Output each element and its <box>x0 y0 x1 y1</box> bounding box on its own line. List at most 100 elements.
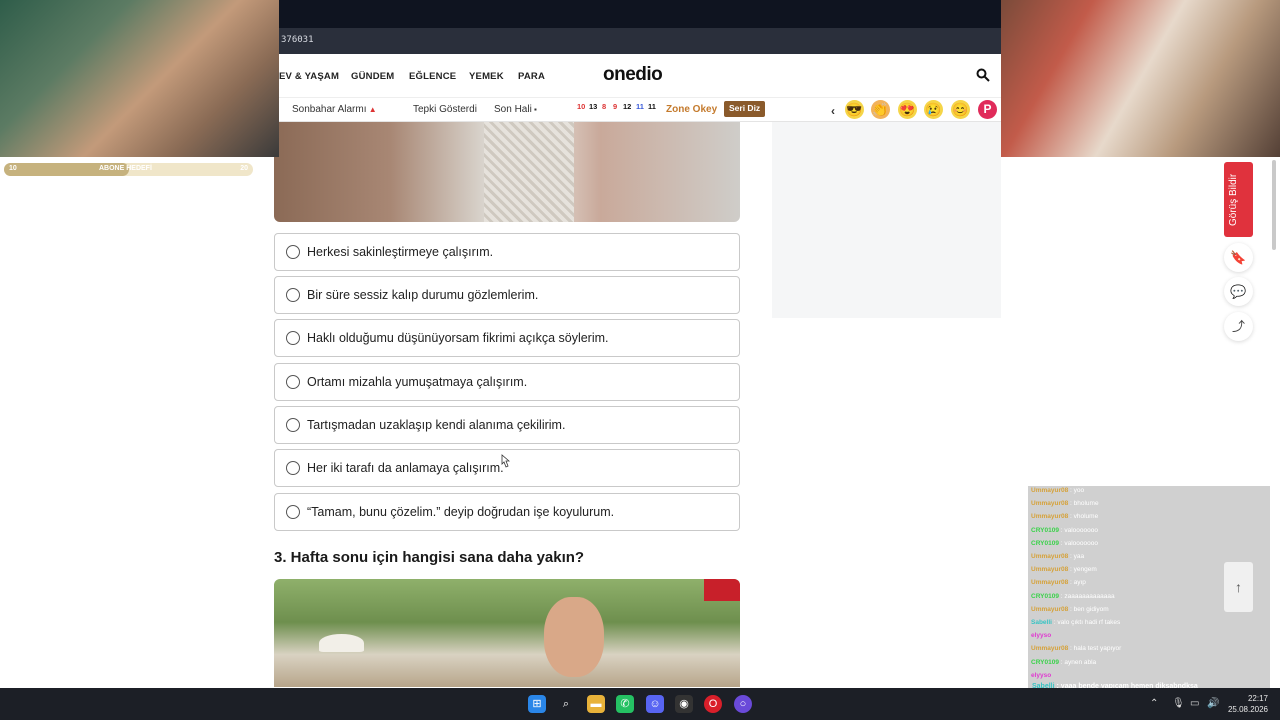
number-tile[interactable]: 8 <box>602 102 606 111</box>
chat-username[interactable]: CRY0109 <box>1031 659 1059 666</box>
quiz-option-label: Herkesi sakinleştirmeye çalışırım. <box>307 245 494 259</box>
chat-username[interactable]: Ummayur08 <box>1031 606 1068 613</box>
chat-message: Ummayur08 : yengem <box>1031 566 1097 573</box>
quiz-option[interactable]: Tartışmadan uzaklaşıp kendi alanıma çeki… <box>274 406 740 444</box>
comments-icon[interactable]: 💬 <box>1224 277 1253 306</box>
nav-item-ev-yasam[interactable]: EV & YAŞAM <box>279 71 339 82</box>
p-badge-icon[interactable]: P <box>978 100 997 119</box>
assistant-icon[interactable]: ○ <box>734 695 752 713</box>
scrollbar-thumb[interactable] <box>1272 160 1276 250</box>
chat-message: CRY0109 : zaaaaaaaaaaaaa <box>1031 593 1115 600</box>
chat-message: Ummayur08 : ben gidiyom <box>1031 606 1109 613</box>
number-tile[interactable]: 12 <box>623 102 631 111</box>
system-clock[interactable]: 22:17 25.08.2026 <box>1228 693 1268 715</box>
radio-circle-icon[interactable] <box>286 505 300 519</box>
nav-item-para[interactable]: PARA <box>518 71 545 82</box>
chat-username[interactable]: Ummayur08 <box>1031 645 1068 652</box>
chevron-left-icon[interactable]: ‹ <box>831 104 835 118</box>
quiz-option-label: Bir süre sessiz kalıp durumu gözlemlerim… <box>307 288 539 302</box>
number-tile[interactable]: 11 <box>648 102 656 111</box>
site-logo[interactable]: onedio <box>603 64 663 86</box>
quiz-option[interactable]: Herkesi sakinleştirmeye çalışırım. <box>274 233 740 271</box>
opera-gx-icon[interactable]: O <box>704 695 722 713</box>
glasses-emoji-icon[interactable]: 😎 <box>845 100 864 119</box>
seri-diz-button[interactable]: Seri Diz <box>724 101 766 117</box>
search-icon[interactable]: ⌕ <box>557 695 575 713</box>
windows-start-icon[interactable]: ⊞ <box>528 695 546 713</box>
share-icon[interactable]: ⤴ <box>1224 312 1253 341</box>
heart-eyes-emoji-icon[interactable]: 😍 <box>898 100 917 119</box>
zone-okey-link[interactable]: Zone Okey <box>666 104 717 115</box>
number-tile[interactable]: 9 <box>613 102 617 111</box>
chat-username[interactable]: CRY0109 <box>1031 593 1059 600</box>
nav-item-yemek[interactable]: YEMEK <box>469 71 504 82</box>
subnav-label: Son Hali <box>494 104 532 115</box>
nav-item-gundem[interactable]: GÜNDEM <box>351 71 394 82</box>
search-icon[interactable] <box>976 68 990 82</box>
quiz-option-label: Haklı olduğumu düşünüyorsam fikrimi açık… <box>307 331 609 345</box>
chat-username[interactable]: Ummayur08 <box>1031 500 1068 507</box>
number-tile[interactable]: 10 <box>577 102 585 111</box>
microphone-icon[interactable]: 🎙 <box>1172 698 1185 709</box>
cola-sign <box>704 579 740 601</box>
hat-shape <box>319 634 364 652</box>
chat-username[interactable]: CRY0109 <box>1031 540 1059 547</box>
bookmark-icon[interactable]: 🔖 <box>1224 243 1253 272</box>
sub-nav: Sonbahar Alarmı ▲ Tepki Gösterdi Son Hal… <box>273 98 1001 122</box>
number-tile[interactable]: 13 <box>589 102 597 111</box>
clap-emoji-icon[interactable]: 👏 <box>871 100 890 119</box>
chat-message: Ummayur08 : yoo <box>1031 487 1084 494</box>
subnav-item-sonbahar[interactable]: Sonbahar Alarmı ▲ <box>273 104 377 115</box>
quiz-option[interactable]: “Tamam, bunu çözelim.” deyip doğrudan iş… <box>274 493 740 531</box>
chat-username[interactable]: Ummayur08 <box>1031 487 1068 494</box>
chat-username[interactable]: CRY0109 <box>1031 527 1059 534</box>
chevron-up-icon[interactable]: ⌃ <box>1150 698 1158 709</box>
subnav-item-son-hali[interactable]: Son Hali ▪ <box>494 104 537 115</box>
chat-text: : aynen abla <box>1058 658 1097 666</box>
chat-text: : yaa <box>1068 553 1085 560</box>
crying-emoji-icon[interactable]: 😢 <box>924 100 943 119</box>
subnav-item-tepki[interactable]: Tepki Gösterdi <box>413 104 477 115</box>
quiz-option[interactable]: Bir süre sessiz kalıp durumu gözlemlerim… <box>274 276 740 314</box>
chat-username[interactable]: elyyso <box>1031 632 1051 639</box>
volume-icon[interactable]: 🔊 <box>1207 698 1219 709</box>
chat-username[interactable]: Ummayur08 <box>1031 553 1068 560</box>
chat-username[interactable]: Ummayur08 <box>1031 566 1068 573</box>
sub-goal-title: ABONE HEDEFİ <box>99 165 152 172</box>
quiz-option[interactable]: Haklı olduğumu düşünüyorsam fikrimi açık… <box>274 319 740 357</box>
clock-time: 22:17 <box>1247 694 1268 703</box>
obs-icon[interactable]: ◉ <box>675 695 693 713</box>
sweater-texture <box>484 122 574 222</box>
smile-emoji-icon[interactable]: 😊 <box>951 100 970 119</box>
quiz-option-label: Ortamı mizahla yumuşatmaya çalışırım. <box>307 375 528 389</box>
sub-goal-bar: 10 ABONE HEDEFİ 20 <box>4 163 253 176</box>
network-icon[interactable]: ▭ <box>1190 698 1199 709</box>
chat-message: elyyso <box>1031 672 1051 679</box>
radio-circle-icon[interactable] <box>286 288 300 302</box>
address-text: 376031 <box>281 35 314 45</box>
chat-username[interactable]: Ummayur08 <box>1031 513 1068 520</box>
discord-icon[interactable]: ☺ <box>646 695 664 713</box>
chat-text: : ayıp <box>1068 579 1086 587</box>
chat-username[interactable]: Ummayur08 <box>1031 579 1068 586</box>
chat-message: CRY0109 : aynen abla <box>1031 659 1096 666</box>
chat-message: Ummayur08 : yaa <box>1031 553 1084 560</box>
chat-username[interactable]: Sabelli <box>1031 619 1052 626</box>
scroll-to-top-button[interactable]: ↑ <box>1224 562 1253 612</box>
chat-username[interactable]: elyyso <box>1031 672 1051 679</box>
radio-circle-icon[interactable] <box>286 375 300 389</box>
quiz-option[interactable]: Ortamı mizahla yumuşatmaya çalışırım. <box>274 363 740 401</box>
file-explorer-icon[interactable]: ▬ <box>587 695 605 713</box>
radio-circle-icon[interactable] <box>286 418 300 432</box>
radio-circle-icon[interactable] <box>286 331 300 345</box>
radio-circle-icon[interactable] <box>286 461 300 475</box>
sidebar-ad-area <box>772 122 1001 318</box>
number-tile[interactable]: 11 <box>636 102 644 111</box>
webcam-left <box>0 0 279 157</box>
radio-circle-icon[interactable] <box>286 245 300 259</box>
quiz-option-label: Her iki tarafı da anlamaya çalışırım. <box>307 461 504 475</box>
feedback-button[interactable]: Görüş Bildir <box>1224 162 1253 237</box>
nav-item-eglence[interactable]: EĞLENCE <box>409 71 456 82</box>
address-bar[interactable]: 376031 <box>279 28 1001 54</box>
whatsapp-icon[interactable]: ✆ <box>616 695 634 713</box>
